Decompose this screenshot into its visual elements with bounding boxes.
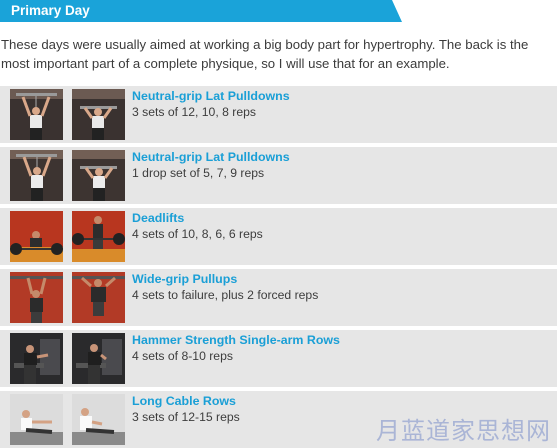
section-title: Primary Day	[11, 3, 90, 18]
exercise-photo-start[interactable]	[10, 89, 63, 140]
exercise-photo-end[interactable]	[72, 150, 125, 201]
exercise-photo-start[interactable]	[10, 150, 63, 201]
watermark: 月蓝道家思想网	[376, 417, 551, 445]
exercise-sets: 4 sets of 10, 8, 6, 6 reps	[132, 227, 263, 241]
exercise-sets: 4 sets to failure, plus 2 forced reps	[132, 288, 319, 302]
exercise-name-link[interactable]: Long Cable Rows	[132, 394, 236, 409]
intro-paragraph: These days were usually aimed at working…	[1, 37, 529, 71]
exercise-sets: 4 sets of 8-10 reps	[132, 349, 233, 363]
exercise-photo-end[interactable]	[72, 211, 125, 262]
exercise-photo-end[interactable]	[72, 333, 125, 384]
exercise-name-link[interactable]: Deadlifts	[132, 211, 184, 226]
exercise-photo-start[interactable]	[10, 211, 63, 262]
exercise-photo-end[interactable]	[72, 272, 125, 323]
exercise-name-link[interactable]: Wide-grip Pullups	[132, 272, 237, 287]
exercise-name-link[interactable]: Neutral-grip Lat Pulldowns	[132, 150, 290, 165]
exercise-row: Wide-grip Pullups 4 sets to failure, plu…	[0, 269, 557, 326]
exercise-sets: 1 drop set of 5, 7, 9 reps	[132, 166, 265, 180]
exercise-row: Deadlifts 4 sets of 10, 8, 6, 6 reps	[0, 208, 557, 265]
exercise-photo-start[interactable]	[10, 272, 63, 323]
exercise-name-link[interactable]: Neutral-grip Lat Pulldowns	[132, 89, 290, 104]
exercise-photo-end[interactable]	[72, 394, 125, 445]
exercise-row: Neutral-grip Lat Pulldowns 1 drop set of…	[0, 147, 557, 204]
exercise-row: Neutral-grip Lat Pulldowns 3 sets of 12,…	[0, 86, 557, 143]
exercise-sets: 3 sets of 12, 10, 8 reps	[132, 105, 256, 119]
exercise-photo-start[interactable]	[10, 333, 63, 384]
exercise-sets: 3 sets of 12-15 reps	[132, 410, 240, 424]
exercise-name-link[interactable]: Hammer Strength Single-arm Rows	[132, 333, 340, 348]
exercise-photo-end[interactable]	[72, 89, 125, 140]
exercise-row: Hammer Strength Single-arm Rows 4 sets o…	[0, 330, 557, 387]
exercise-photo-start[interactable]	[10, 394, 63, 445]
section-header-bar: Primary Day	[0, 0, 402, 22]
